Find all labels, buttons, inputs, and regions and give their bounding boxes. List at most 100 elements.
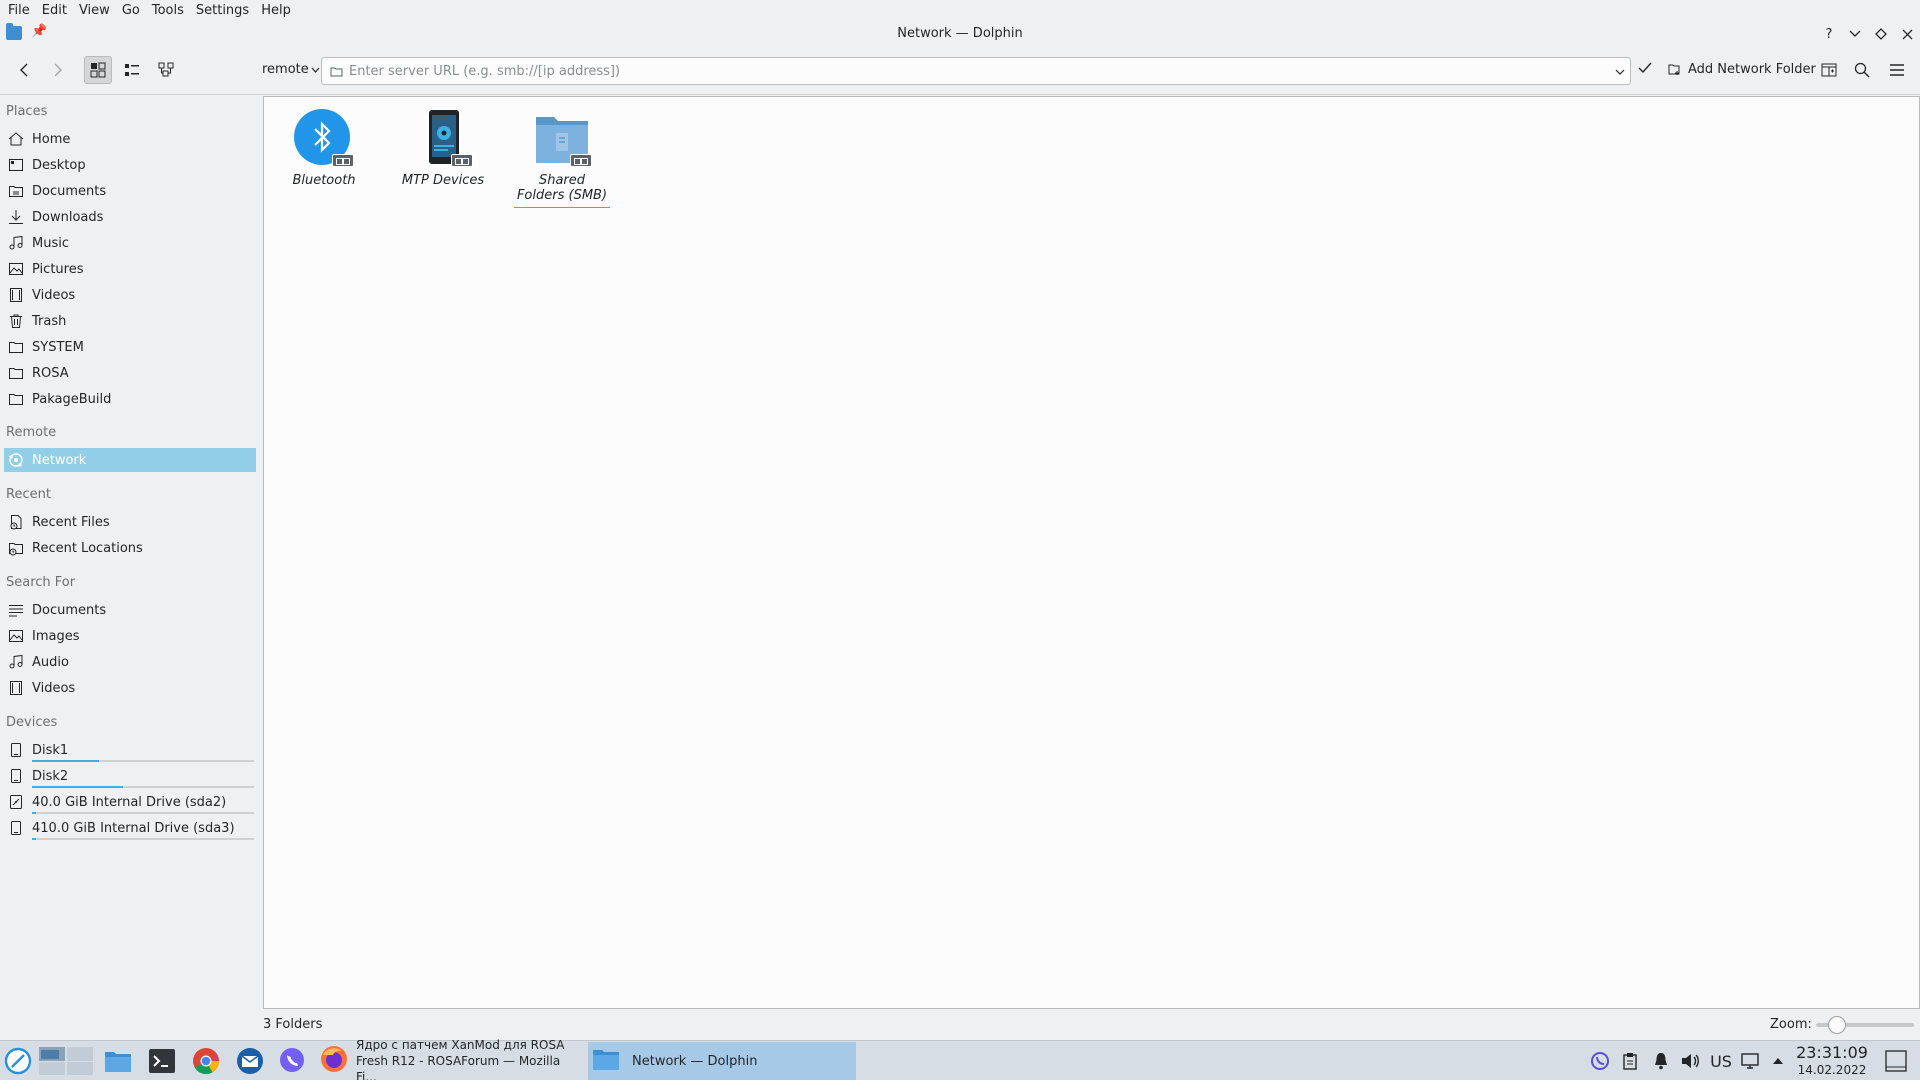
- url-history-dropdown[interactable]: [1610, 65, 1630, 78]
- place-pakagebuild[interactable]: PakageBuild: [4, 387, 256, 411]
- device-sda2-usage-bar: [32, 812, 254, 814]
- checkmark-icon: [1638, 62, 1652, 74]
- menu-file[interactable]: File: [2, 0, 36, 21]
- place-recent-locations[interactable]: Recent Locations: [4, 536, 256, 560]
- forward-button[interactable]: [44, 56, 72, 84]
- section-remote: Remote: [6, 425, 57, 440]
- menu-view[interactable]: View: [73, 0, 116, 21]
- device-disk1-usage-bar: [32, 760, 254, 762]
- folder-icon: [8, 391, 24, 407]
- server-url-input[interactable]: [349, 63, 1610, 79]
- digital-clock[interactable]: 23:31:09 14.02.2022: [1796, 1043, 1868, 1078]
- pictures-icon: [8, 261, 24, 277]
- search-images[interactable]: Images: [4, 624, 256, 648]
- menu-settings[interactable]: Settings: [190, 0, 255, 21]
- videos-icon: [8, 680, 24, 696]
- videos-icon: [8, 287, 24, 303]
- search-videos[interactable]: Videos: [4, 676, 256, 700]
- system-tray-expand-icon[interactable]: [1768, 1051, 1788, 1071]
- device-sda3[interactable]: 410.0 GiB Internal Drive (sda3): [4, 816, 256, 840]
- search-button[interactable]: [1849, 57, 1875, 83]
- folder-item-bluetooth[interactable]: Bluetooth: [276, 109, 372, 188]
- details-view-button[interactable]: [152, 56, 180, 84]
- place-rosa[interactable]: ROSA: [4, 361, 256, 385]
- section-search-for: Search For: [6, 575, 76, 590]
- documents-icon: [8, 183, 24, 199]
- drive-icon: [8, 742, 24, 758]
- add-network-folder-button[interactable]: Add Network Folder: [1668, 62, 1816, 77]
- viber-icon[interactable]: [278, 1047, 306, 1075]
- zoom-slider-handle[interactable]: [1828, 1016, 1846, 1034]
- folder-item-mtp-devices[interactable]: MTP Devices: [395, 109, 491, 188]
- taskbar: Ядро с патчем XanMod для ROSA Fresh R12 …: [0, 1038, 1920, 1080]
- folder-icon: [330, 67, 343, 76]
- menu-go[interactable]: Go: [116, 0, 146, 21]
- place-network[interactable]: Network: [4, 448, 256, 472]
- title-bar[interactable]: 📌 Network — Dolphin ?: [0, 21, 1920, 47]
- zoom-label: Zoom:: [1770, 1017, 1812, 1032]
- place-music[interactable]: Music: [4, 231, 256, 255]
- split-view-button[interactable]: [1816, 57, 1842, 83]
- accept-url-button[interactable]: [1638, 62, 1652, 78]
- show-desktop-button[interactable]: [1884, 1049, 1908, 1073]
- toolbar: remote Add Network Folder: [0, 47, 1920, 95]
- place-home[interactable]: Home: [4, 127, 256, 151]
- display-icon[interactable]: [1740, 1051, 1760, 1071]
- search-audio[interactable]: Audio: [4, 650, 256, 674]
- place-pictures[interactable]: Pictures: [4, 257, 256, 281]
- application-launcher-icon[interactable]: [4, 1047, 32, 1075]
- firefox-icon: [320, 1045, 348, 1077]
- hard-drive-icon: [8, 794, 24, 810]
- clock-date: 14.02.2022: [1797, 1063, 1867, 1077]
- url-scheme-select[interactable]: remote: [262, 62, 320, 77]
- search-documents[interactable]: Documents: [4, 598, 256, 622]
- thunderbird-icon[interactable]: [236, 1047, 264, 1075]
- window-title: Network — Dolphin: [897, 26, 1023, 41]
- folder-item-shared-folders-smb[interactable]: Shared Folders (SMB): [514, 109, 610, 208]
- pictures-icon: [8, 628, 24, 644]
- clipboard-icon[interactable]: [1620, 1051, 1640, 1071]
- bluetooth-icon: [294, 109, 354, 169]
- file-view[interactable]: Bluetooth MTP Devices Shared Folders (SM…: [263, 96, 1920, 1009]
- menu-edit[interactable]: Edit: [36, 0, 73, 21]
- location-bar[interactable]: [321, 57, 1631, 85]
- text-lines-icon: [8, 602, 24, 618]
- back-button[interactable]: [10, 56, 38, 84]
- dolphin-app-icon[interactable]: [6, 23, 22, 40]
- menu-help[interactable]: Help: [255, 0, 297, 21]
- device-disk1[interactable]: Disk1: [4, 738, 256, 762]
- close-button[interactable]: [1900, 27, 1914, 41]
- place-documents[interactable]: Documents: [4, 179, 256, 203]
- task-firefox[interactable]: Ядро с патчем XanMod для ROSA Fresh R12 …: [316, 1038, 584, 1080]
- desktop-icon: [8, 157, 24, 173]
- chrome-icon[interactable]: [192, 1047, 220, 1075]
- place-trash[interactable]: Trash: [4, 309, 256, 333]
- folder-label: Bluetooth: [292, 173, 356, 188]
- keyboard-layout-indicator[interactable]: US: [1708, 1051, 1734, 1071]
- place-recent-files[interactable]: Recent Files: [4, 510, 256, 534]
- place-system[interactable]: SYSTEM: [4, 335, 256, 359]
- mtp-device-icon: [413, 109, 473, 169]
- dolphin-launcher-icon[interactable]: [104, 1047, 132, 1075]
- terminal-icon[interactable]: [148, 1047, 176, 1075]
- device-sda2[interactable]: 40.0 GiB Internal Drive (sda2): [4, 790, 256, 814]
- notifications-icon[interactable]: [1651, 1051, 1671, 1071]
- menu-tools[interactable]: Tools: [146, 0, 190, 21]
- place-videos[interactable]: Videos: [4, 283, 256, 307]
- icons-view-button[interactable]: [84, 56, 112, 84]
- zoom-slider[interactable]: [1816, 1016, 1914, 1034]
- help-icon[interactable]: ?: [1822, 27, 1836, 42]
- place-desktop[interactable]: Desktop: [4, 153, 256, 177]
- maximize-button[interactable]: [1874, 27, 1888, 41]
- volume-icon[interactable]: [1680, 1051, 1700, 1071]
- place-downloads[interactable]: Downloads: [4, 205, 256, 229]
- compact-view-button[interactable]: [118, 56, 146, 84]
- device-disk2[interactable]: Disk2: [4, 764, 256, 788]
- virtual-desktop-pager[interactable]: [38, 1047, 94, 1075]
- pin-icon[interactable]: 📌: [31, 24, 47, 39]
- hamburger-menu-button[interactable]: [1884, 57, 1910, 83]
- viber-tray-icon[interactable]: [1590, 1051, 1610, 1071]
- minimize-button[interactable]: [1848, 27, 1862, 41]
- task-dolphin[interactable]: Network — Dolphin: [588, 1042, 856, 1080]
- drive-icon: [8, 820, 24, 836]
